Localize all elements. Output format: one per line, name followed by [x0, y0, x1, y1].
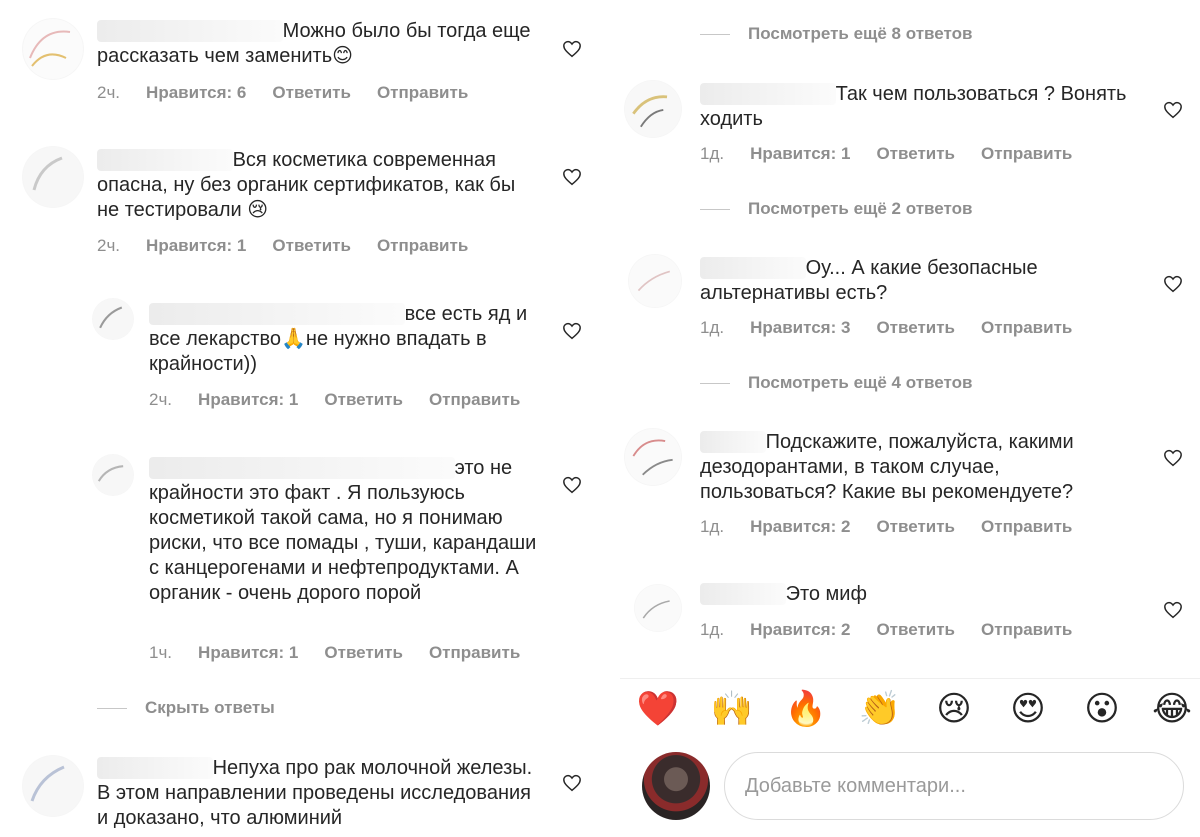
reply-button[interactable]: Ответить	[324, 643, 403, 663]
reply-button[interactable]: Ответить	[272, 83, 351, 103]
like-heart-icon[interactable]	[1163, 601, 1183, 619]
emoji-reaction-bar: ❤️ 🙌 🔥 👏 😢 😍 😮 😂	[620, 678, 1200, 739]
panel-divider	[605, 0, 620, 837]
avatar[interactable]	[22, 755, 84, 817]
likes-count[interactable]: Нравится: 2	[750, 620, 850, 640]
emoji-raised-hands-button[interactable]: 🙌	[710, 689, 754, 729]
comment-text: xxxxxx Подскажите, пожалуйста, какими де…	[700, 431, 1080, 503]
emoji-heart-eyes-button[interactable]: 😍	[1006, 689, 1050, 729]
comment-time: 2ч.	[149, 390, 173, 409]
send-button[interactable]: Отправить	[429, 643, 520, 663]
comment-meta: 2ч. Нравится: 1 Ответить Отправить	[149, 390, 520, 410]
avatar[interactable]	[624, 428, 682, 486]
emoji-fire-button[interactable]: 🔥	[784, 689, 828, 729]
like-heart-icon[interactable]	[562, 322, 582, 340]
left-comments-panel: xxxxxxxxxxxxxxxxxx Можно было бы тогда е…	[0, 0, 605, 837]
like-heart-icon[interactable]	[1163, 275, 1183, 293]
like-heart-icon[interactable]	[562, 40, 582, 58]
comment-text: xxxxxxxxxx Оу... А какие безопасные альт…	[700, 257, 1044, 304]
reply-button[interactable]: Ответить	[876, 318, 955, 338]
avatar[interactable]	[92, 298, 134, 340]
comment-meta: 1д. Нравится: 2 Ответить Отправить	[700, 517, 1072, 537]
thread-line	[700, 382, 730, 384]
comment-time: 1д.	[700, 620, 725, 639]
reply-button[interactable]: Ответить	[876, 144, 955, 164]
thread-line	[700, 33, 730, 35]
send-button[interactable]: Отправить	[377, 83, 468, 103]
comment-text: xxxxxxxx Это миф	[700, 582, 1140, 607]
likes-count[interactable]: Нравится: 1	[750, 144, 850, 164]
comment-text: xxxxxxxxxxxxxxxxxxxxxxxxx все есть яд и …	[149, 303, 539, 375]
reply-button[interactable]: Ответить	[272, 236, 351, 256]
likes-count[interactable]: Нравится: 6	[146, 83, 246, 103]
comment-time: 1д.	[700, 318, 725, 337]
like-heart-icon[interactable]	[1163, 101, 1183, 119]
comment-text: xxxxxxxxxxxxxxxxxxxxxxxxxxxxxx это не кр…	[149, 457, 542, 604]
send-button[interactable]: Отправить	[377, 236, 468, 256]
send-button[interactable]: Отправить	[981, 318, 1072, 338]
avatar[interactable]	[624, 80, 682, 138]
view-more-label: Посмотреть ещё 2 ответов	[748, 199, 973, 218]
like-heart-icon[interactable]	[562, 168, 582, 186]
likes-count[interactable]: Нравится: 3	[750, 318, 850, 338]
send-button[interactable]: Отправить	[981, 144, 1072, 164]
comment-text: xxxxxxxxxxxxx Так чем пользоваться ? Вон…	[700, 83, 1133, 130]
send-button[interactable]: Отправить	[981, 517, 1072, 537]
reply-button[interactable]: Ответить	[324, 390, 403, 410]
add-comment-input[interactable]: Добавьте комментари...	[724, 752, 1184, 820]
thread-line	[97, 707, 127, 709]
view-more-replies-button[interactable]: Посмотреть ещё 4 ответов	[700, 373, 972, 393]
hide-replies-label: Скрыть ответы	[145, 698, 275, 717]
comment-input-placeholder: Добавьте комментари...	[745, 774, 966, 797]
emoji-clap-button[interactable]: 👏	[858, 689, 902, 729]
comment-time: 1д.	[700, 517, 725, 536]
send-button[interactable]: Отправить	[981, 620, 1072, 640]
comment-time: 1д.	[700, 144, 725, 163]
like-heart-icon[interactable]	[562, 476, 582, 494]
send-button[interactable]: Отправить	[429, 390, 520, 410]
emoji-laughing-button[interactable]: 😂	[1150, 689, 1194, 729]
comment-text: xxxxxxxxxxx Непуха про рак молочной желе…	[97, 757, 538, 829]
avatar[interactable]	[628, 254, 682, 308]
like-heart-icon[interactable]	[562, 774, 582, 792]
emoji-crying-button[interactable]: 😢	[932, 689, 976, 729]
comment-time: 1ч.	[149, 643, 173, 662]
likes-count[interactable]: Нравится: 2	[750, 517, 850, 537]
reply-button[interactable]: Ответить	[876, 620, 955, 640]
likes-count[interactable]: Нравится: 1	[198, 643, 298, 663]
view-more-replies-button[interactable]: Посмотреть ещё 8 ответов	[700, 24, 972, 44]
comment-text: xxxxxxxxxxxxx Вся косметика современная …	[97, 149, 521, 221]
avatar[interactable]	[22, 146, 84, 208]
like-heart-icon[interactable]	[1163, 449, 1183, 467]
comment-meta: 1ч. Нравится: 1 Ответить Отправить	[149, 643, 520, 663]
comment-meta: 1д. Нравится: 3 Ответить Отправить	[700, 318, 1072, 338]
avatar[interactable]	[92, 454, 134, 496]
comment-meta: 1д. Нравится: 2 Ответить Отправить	[700, 620, 1072, 640]
view-more-replies-button[interactable]: Посмотреть ещё 2 ответов	[700, 199, 972, 219]
emoji-heart-button[interactable]: ❤️	[636, 689, 680, 729]
hide-replies-button[interactable]: Скрыть ответы	[97, 698, 275, 718]
likes-count[interactable]: Нравится: 1	[198, 390, 298, 410]
comment-time: 2ч.	[97, 236, 121, 255]
reply-button[interactable]: Ответить	[876, 517, 955, 537]
view-more-label: Посмотреть ещё 8 ответов	[748, 24, 973, 43]
comment-text: xxxxxxxxxxxxxxxxxx Можно было бы тогда е…	[97, 20, 537, 67]
avatar[interactable]	[634, 584, 682, 632]
right-comments-panel: Посмотреть ещё 8 ответов xxxxxxxxxxxxx Т…	[620, 0, 1200, 837]
comment-meta: 2ч. Нравится: 6 Ответить Отправить	[97, 83, 468, 103]
likes-count[interactable]: Нравится: 1	[146, 236, 246, 256]
emoji-surprised-button[interactable]: 😮	[1080, 689, 1124, 729]
current-user-avatar[interactable]	[642, 752, 710, 820]
comment-time: 2ч.	[97, 83, 121, 102]
comment-meta: 1д. Нравится: 1 Ответить Отправить	[700, 144, 1072, 164]
thread-line	[700, 208, 730, 210]
view-more-label: Посмотреть ещё 4 ответов	[748, 373, 973, 392]
comment-meta: 2ч. Нравится: 1 Ответить Отправить	[97, 236, 468, 256]
avatar[interactable]	[22, 18, 84, 80]
